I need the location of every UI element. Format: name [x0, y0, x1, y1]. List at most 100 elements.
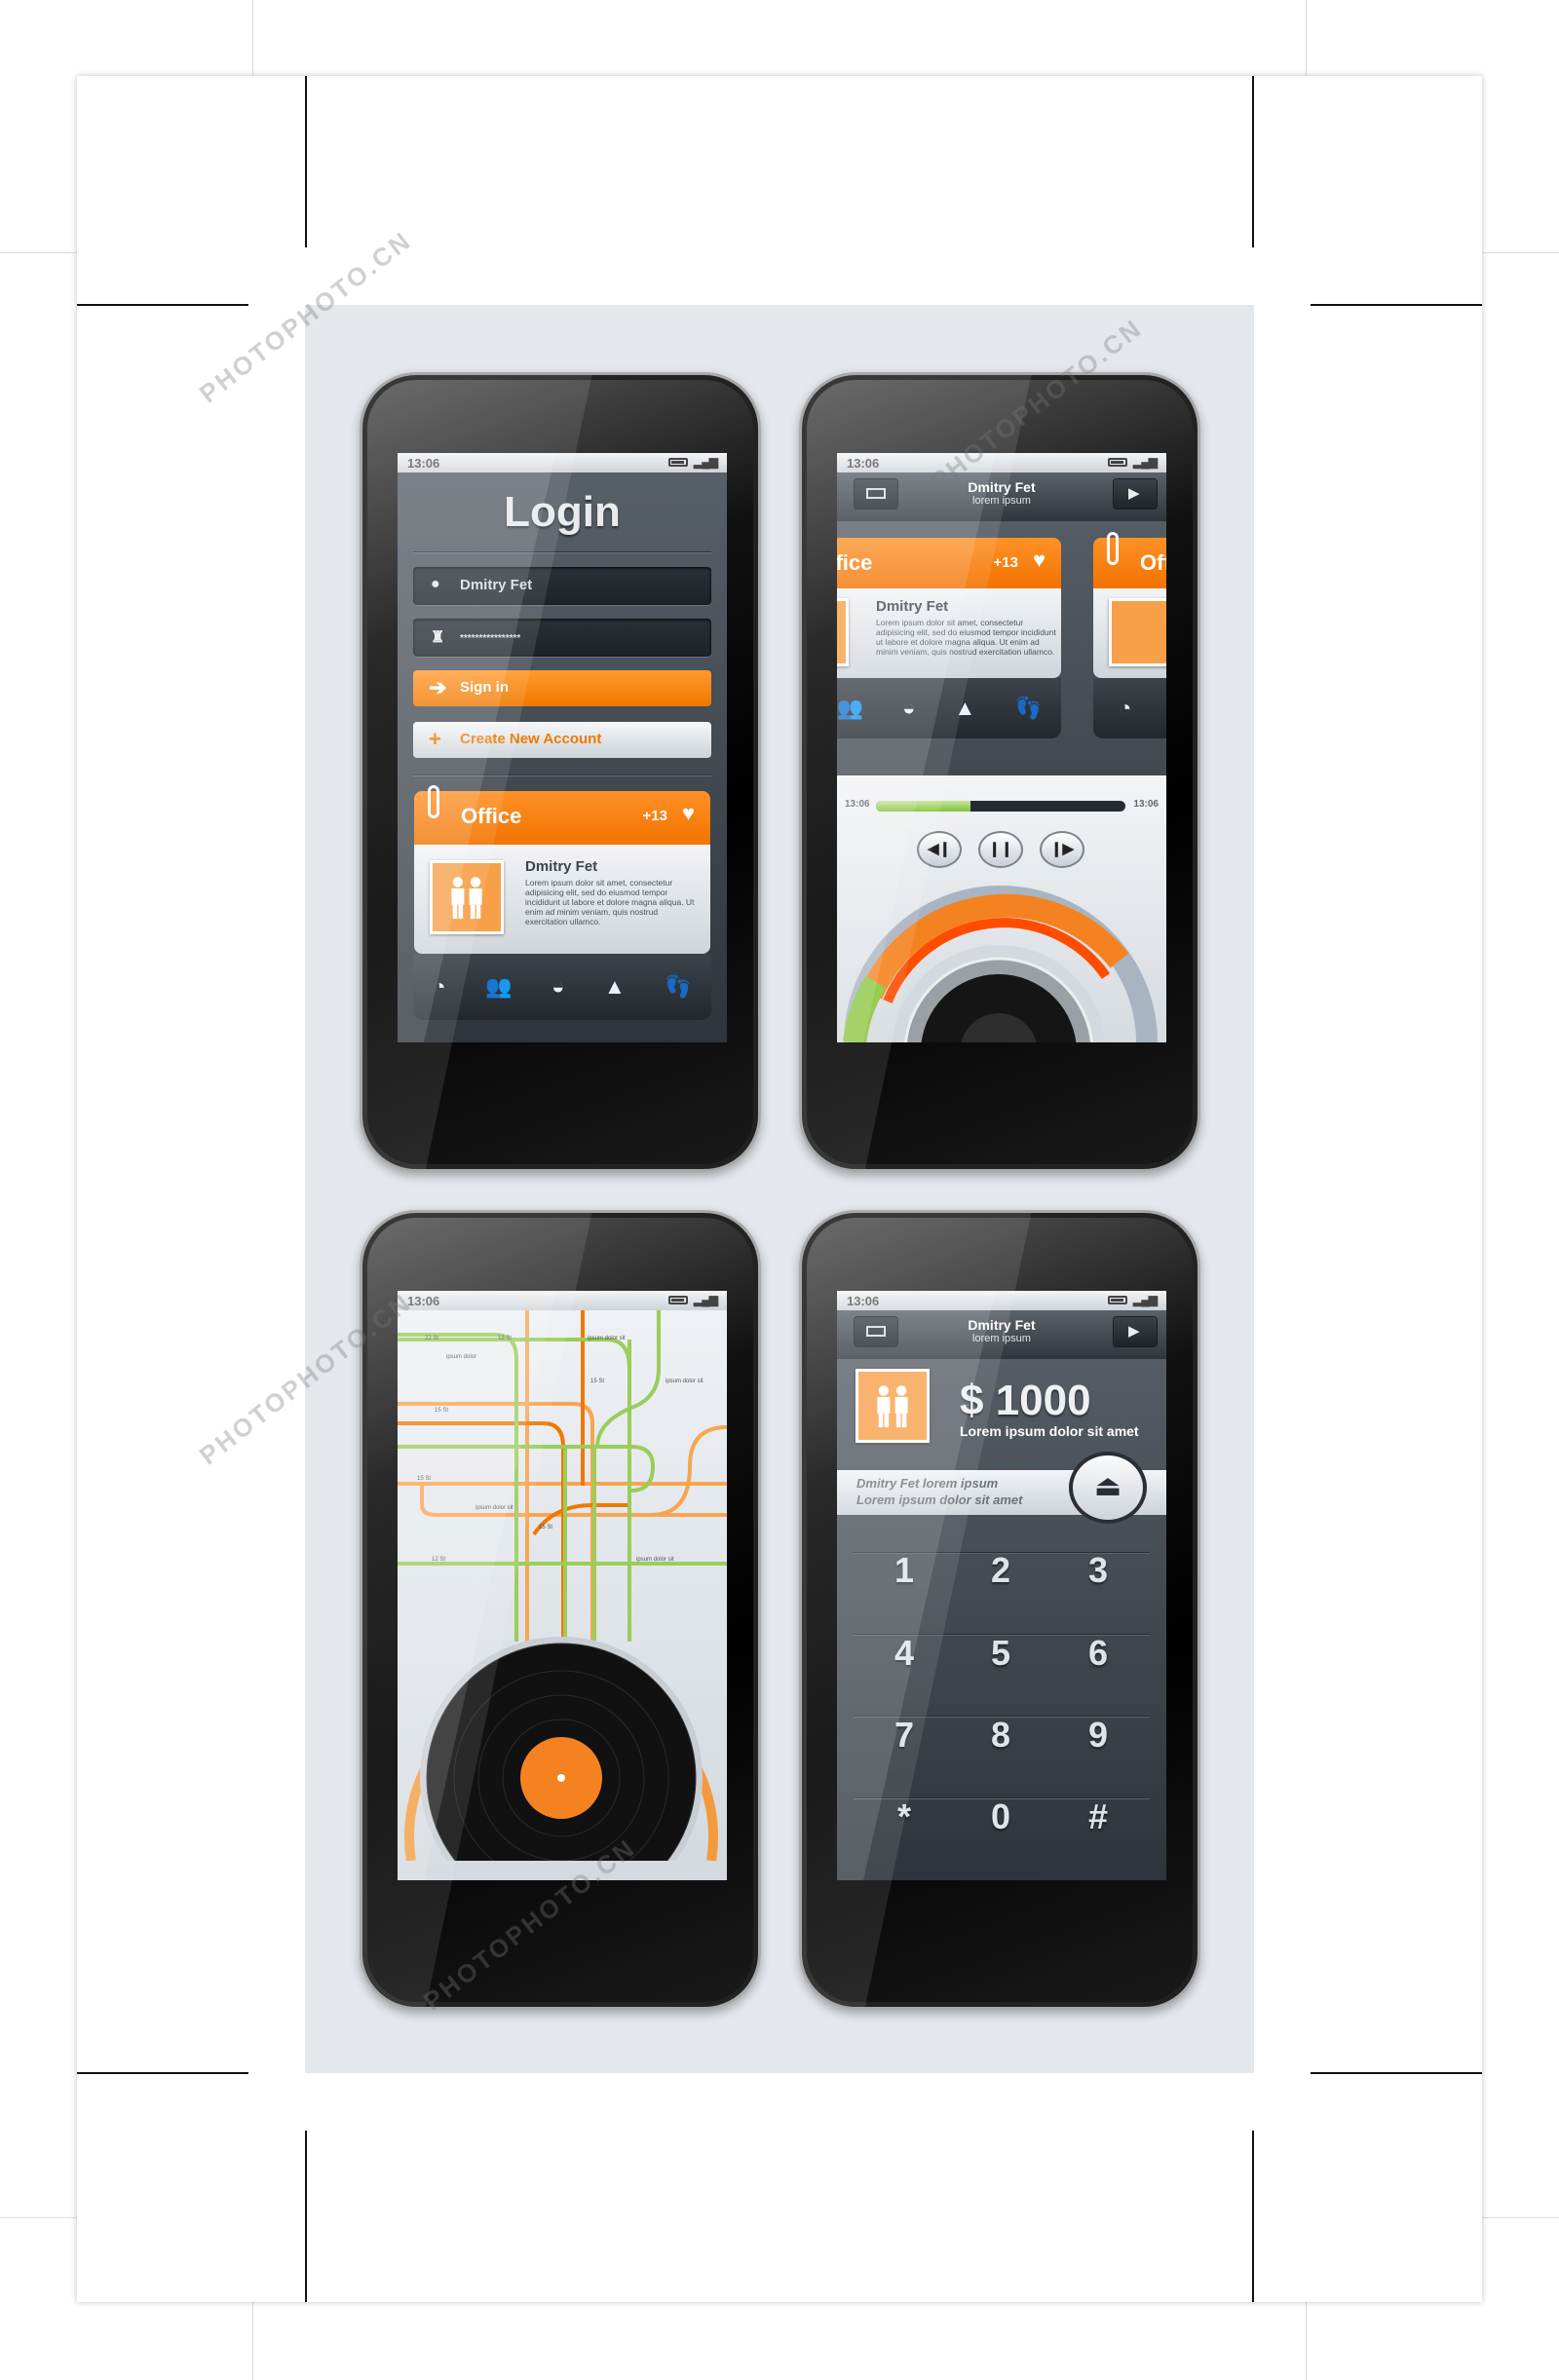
tent-icon[interactable]: ▲	[955, 696, 976, 721]
crop-mark	[1311, 2072, 1482, 2074]
status-time: 13:06	[847, 1294, 880, 1308]
screen-icon	[866, 1326, 886, 1337]
key-0[interactable]: 0	[962, 1796, 1040, 1837]
signal-icon: ▂▄▆	[694, 455, 718, 469]
play-button[interactable]: ▶	[1114, 1317, 1157, 1346]
card-text: Lorem ipsum dolor sit amet, consectetur …	[525, 878, 695, 926]
header-bar: Dmitry Fet lorem ipsum ▶	[837, 472, 1166, 521]
paperclip-icon	[1107, 532, 1119, 565]
battery-icon	[668, 1296, 688, 1304]
key-1[interactable]: 1	[865, 1550, 943, 1591]
people-icon[interactable]: 👥	[837, 696, 863, 721]
clock-icon[interactable]: ◔	[1119, 696, 1131, 721]
key-6[interactable]: 6	[1059, 1633, 1137, 1674]
basket-icon[interactable]: ◒	[551, 974, 564, 1000]
people-icon	[451, 877, 482, 920]
username-field[interactable]: ● Dmitry Fet	[413, 567, 711, 605]
icon-bar: ◔ 👥 ◒ ▲ 👣	[413, 954, 711, 1020]
page-title: Login	[504, 488, 621, 536]
screen-button[interactable]	[855, 1317, 897, 1346]
phone-map: 22 St 12 St ipsum dolor sit ipsum dolor …	[360, 1210, 761, 2010]
status-time: 13:06	[407, 456, 440, 471]
crop-mark	[77, 304, 248, 306]
play-icon: ▶	[1128, 1323, 1140, 1340]
map-screen: 22 St 12 St ipsum dolor sit ipsum dolor …	[398, 1291, 727, 1880]
status-bar: 13:06 ▂▄▆	[398, 453, 727, 472]
crop-mark	[305, 76, 307, 247]
icon-bar: ◔👥◒▲👣	[837, 678, 1061, 738]
key-7[interactable]: 7	[865, 1715, 943, 1756]
status-time: 13:06	[847, 456, 880, 471]
crop-mark	[1252, 76, 1254, 247]
create-account-button[interactable]: + Create New Account	[413, 722, 711, 758]
clock-icon[interactable]: ◔	[433, 974, 445, 1000]
crop-mark	[1252, 2131, 1254, 2302]
login-screen: 13:06 ▂▄▆ Login ● Dmitry Fet ♜ ************…	[398, 453, 727, 1042]
like-count: +13	[642, 808, 667, 824]
sign-in-button[interactable]: ➔ Sign in	[413, 670, 711, 706]
key-5[interactable]: 5	[962, 1633, 1040, 1674]
office-card-next[interactable]: Office ◔	[1093, 532, 1166, 738]
icon-bar: ◔	[1093, 678, 1166, 738]
eject-button[interactable]: ⏏	[1069, 1452, 1147, 1524]
card-header: Office +13 ♥	[837, 538, 1061, 588]
card-body	[1093, 588, 1166, 678]
vinyl-record[interactable]	[398, 1291, 727, 1861]
key-star[interactable]: *	[865, 1796, 943, 1837]
key-8[interactable]: 8	[962, 1715, 1040, 1756]
card-header: Office +13 ♥	[414, 785, 710, 845]
status-bar: 13:06 ▂▄▆	[398, 1291, 727, 1310]
create-account-label: Create New Account	[460, 731, 602, 747]
card-name: Dmitry Fet	[876, 598, 949, 615]
vinyl-spindle	[557, 1774, 565, 1782]
divider	[413, 774, 711, 776]
avatar	[430, 860, 504, 934]
basket-icon[interactable]: ◒	[902, 696, 915, 721]
crop-mark	[305, 2131, 307, 2302]
card-body: Dmitry Fet Lorem ipsum dolor sit amet, c…	[414, 845, 710, 954]
battery-icon	[1108, 1296, 1127, 1304]
footprints-icon[interactable]: 👣	[665, 974, 691, 1000]
sign-in-label: Sign in	[460, 679, 509, 696]
signal-icon: ▂▄▆	[694, 1293, 718, 1306]
tent-icon[interactable]: ▲	[604, 974, 626, 1000]
card-body: Dmitry Fet Lorem ipsum dolor sit amet, c…	[837, 588, 1061, 678]
card-title: Office	[837, 550, 873, 575]
key-3[interactable]: 3	[1059, 1550, 1137, 1591]
balance-subtitle: Lorem ipsum dolor sit amet	[960, 1423, 1139, 1439]
office-card[interactable]: Office +13 ♥ Dmitry Fet Lorem ipsum dolor …	[837, 538, 1061, 738]
key-4[interactable]: 4	[865, 1633, 943, 1674]
avatar	[837, 598, 849, 666]
plus-icon: +	[429, 727, 441, 751]
footprints-icon[interactable]: 👣	[1014, 696, 1041, 721]
transit-map[interactable]: 22 St 12 St ipsum dolor sit ipsum dolor …	[398, 1310, 727, 1880]
card-header: Office	[1093, 532, 1166, 588]
play-button[interactable]: ▶	[1114, 479, 1157, 509]
play-icon: ▶	[1128, 485, 1140, 502]
card-name: Dmitry Fet	[525, 858, 598, 875]
phone-music: 13:06 ▂▄▆ Dmitry Fet lorem ipsum ▶ Office…	[799, 372, 1200, 1172]
crop-mark	[1311, 304, 1482, 306]
volume-gauge[interactable]	[837, 775, 1166, 1042]
heart-icon[interactable]: ♥	[682, 801, 695, 826]
music-screen: 13:06 ▂▄▆ Dmitry Fet lorem ipsum ▶ Office…	[837, 453, 1166, 1042]
status-bar: 13:06 ▂▄▆	[837, 1291, 1166, 1310]
header-bar: Dmitry Fet lorem ipsum ▶	[837, 1310, 1166, 1359]
phone-dialer: 13:06 ▂▄▆ Dmitry Fet lorem ipsum ▶ $ 1000…	[799, 1210, 1200, 2010]
dialer-screen: 13:06 ▂▄▆ Dmitry Fet lorem ipsum ▶ $ 1000…	[837, 1291, 1166, 1880]
key-9[interactable]: 9	[1059, 1715, 1137, 1756]
office-card[interactable]: Office +13 ♥ Dmitry Fet Lorem ipsum dolor …	[414, 785, 710, 954]
card-title: Office	[1140, 550, 1166, 575]
arrow-right-icon: ➔	[429, 675, 447, 699]
screen-icon	[866, 488, 886, 499]
card-title: Office	[461, 804, 522, 828]
eject-icon: ⏏	[1093, 1470, 1122, 1502]
gauge-green-arc	[843, 975, 887, 1042]
password-field[interactable]: ♜ ****************	[413, 619, 711, 657]
key-hash[interactable]: #	[1059, 1796, 1137, 1837]
divider	[413, 551, 711, 553]
key-2[interactable]: 2	[962, 1550, 1040, 1591]
screen-button[interactable]	[855, 479, 897, 509]
people-icon[interactable]: 👥	[485, 974, 512, 1000]
heart-icon[interactable]: ♥	[1033, 548, 1046, 573]
